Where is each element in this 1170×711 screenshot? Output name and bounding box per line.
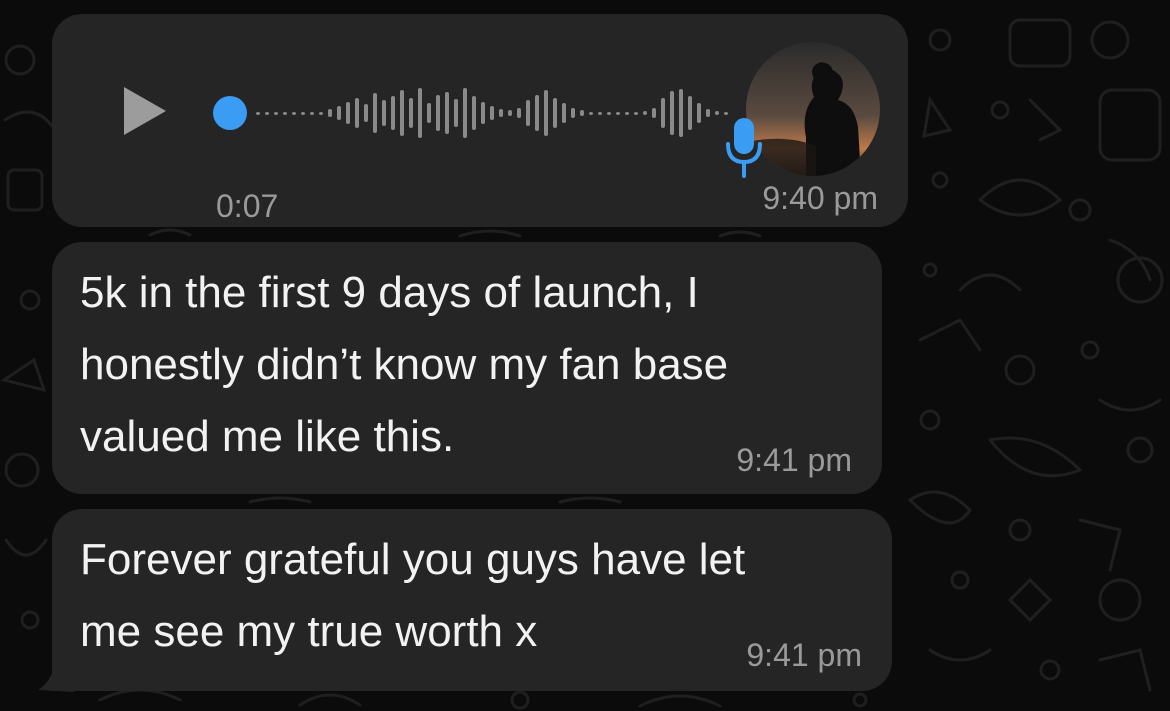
waveform-bar (544, 90, 548, 136)
waveform-bar (382, 100, 386, 126)
waveform-bar (481, 102, 485, 124)
waveform-bar (274, 112, 278, 115)
waveform-bar (580, 110, 584, 116)
voice-timestamp: 9:40 pm (762, 180, 878, 216)
waveform-bar (310, 112, 314, 115)
waveform-bar (661, 98, 665, 128)
waveform-bar (364, 104, 368, 122)
waveform-bar (472, 96, 476, 130)
waveform-bar (625, 112, 629, 115)
waveform-bar (643, 111, 647, 115)
waveform-bar (337, 106, 341, 120)
waveform-bar (499, 109, 503, 117)
waveform-bar (517, 108, 521, 118)
waveform-bar (562, 103, 566, 123)
audio-waveform[interactable] (212, 84, 732, 142)
waveform-bar (589, 112, 593, 115)
waveform-bar (436, 95, 440, 131)
message-bubble[interactable]: Forever grateful you guys have let me se… (52, 509, 892, 691)
waveform-bar (490, 106, 494, 120)
waveform-bar (688, 96, 692, 130)
waveform-bar (463, 88, 467, 138)
waveform-bar (706, 109, 710, 117)
waveform-bar (292, 112, 296, 115)
waveform-bar (319, 112, 323, 115)
waveform-bar (571, 108, 575, 118)
waveform-bar (553, 98, 557, 128)
waveform-bar (526, 100, 530, 126)
waveform-bar (346, 102, 350, 124)
voice-message-bubble[interactable]: 0:07 9:40 pm (52, 14, 908, 227)
avatar (746, 42, 880, 176)
play-icon[interactable] (122, 85, 168, 137)
microphone-icon (726, 118, 762, 178)
message-timestamp: 9:41 pm (746, 637, 862, 673)
waveform-bar (418, 88, 422, 138)
playback-progress-knob[interactable] (213, 96, 247, 130)
voice-duration: 0:07 (216, 188, 279, 224)
waveform-bar (607, 112, 611, 115)
waveform-bar (301, 112, 305, 115)
waveform-bar (256, 112, 260, 115)
waveform-bar (598, 112, 602, 115)
waveform-bar (328, 109, 332, 117)
waveform-bar (409, 98, 413, 128)
waveform-bar (391, 96, 395, 130)
waveform-bar (670, 91, 674, 135)
message-text: 5k in the first 9 days of launch, I hone… (80, 268, 729, 461)
waveform-bar (616, 112, 620, 115)
waveform-bar (355, 98, 359, 128)
waveform-bar (508, 110, 512, 116)
waveform-bar (724, 112, 728, 115)
waveform-bar (652, 108, 656, 118)
waveform-bar (283, 112, 287, 115)
waveform-bar (697, 103, 701, 123)
message-timestamp: 9:41 pm (736, 442, 852, 478)
waveform-bar (634, 112, 638, 115)
waveform-bar (373, 93, 377, 133)
waveform-bar (679, 89, 683, 137)
message-bubble[interactable]: 5k in the first 9 days of launch, I hone… (52, 242, 882, 494)
waveform-bar (427, 103, 431, 123)
waveform-bar (400, 90, 404, 136)
waveform-bar (454, 99, 458, 127)
waveform-bar (535, 95, 539, 131)
waveform-bar (715, 111, 719, 115)
waveform-bar (265, 112, 269, 115)
waveform-bar (445, 92, 449, 134)
